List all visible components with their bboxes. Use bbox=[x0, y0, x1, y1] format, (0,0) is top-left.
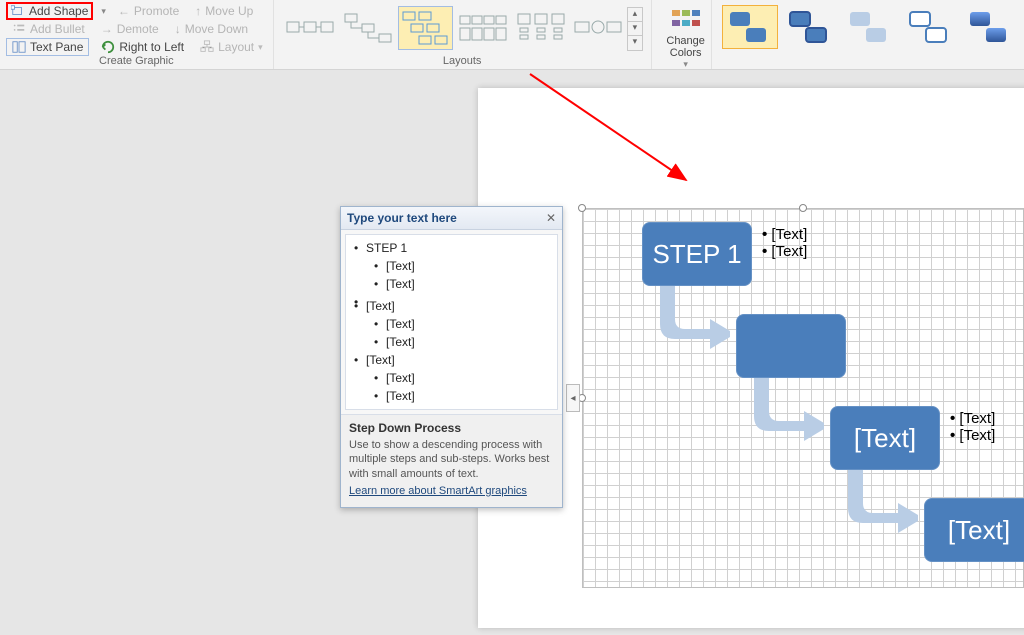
chevron-down-icon: ▾ bbox=[658, 59, 714, 70]
layout-button[interactable]: Layout ▾ bbox=[196, 39, 267, 55]
promote-label: Promote bbox=[134, 4, 179, 18]
layouts-scroll[interactable]: ▴ ▾ ▾ bbox=[627, 7, 642, 51]
add-bullet-button[interactable]: Add Bullet bbox=[8, 21, 89, 37]
demote-button[interactable]: → Demote bbox=[97, 21, 163, 37]
smartart-shape[interactable]: [Text] bbox=[830, 406, 940, 470]
add-shape-button[interactable]: Add Shape bbox=[6, 2, 93, 20]
right-to-left-button[interactable]: Right to Left bbox=[97, 39, 188, 55]
text-pane-item[interactable]: [Text] bbox=[348, 275, 555, 293]
group-label-create-graphic: Create Graphic bbox=[0, 55, 273, 67]
move-up-button[interactable]: ↑ Move Up bbox=[191, 3, 257, 19]
style-thumb-2[interactable] bbox=[782, 5, 838, 49]
text-pane-item[interactable]: [Text] bbox=[348, 387, 555, 405]
text-pane-item[interactable]: [Text] bbox=[348, 369, 555, 387]
group-smartart-styles bbox=[712, 0, 1024, 69]
flow-arrow-icon bbox=[650, 284, 730, 354]
text-pane-label: Text Pane bbox=[30, 40, 83, 54]
layout-thumb-4[interactable] bbox=[455, 6, 511, 50]
change-colors-button[interactable]: Change Colors ▾ bbox=[652, 0, 712, 69]
move-down-button[interactable]: ↓ Move Down bbox=[171, 21, 252, 37]
smartart-object[interactable]: ◂ STEP 1 [Text] [Text] [Text] [Text] [Te… bbox=[582, 208, 1024, 588]
text-pane-item[interactable]: [Text] bbox=[348, 333, 555, 351]
text-pane-body[interactable]: STEP 1[Text][Text][Text][Text][Text][Tex… bbox=[345, 234, 558, 410]
move-up-label: Move Up bbox=[205, 4, 253, 18]
arrow-up-icon: ↑ bbox=[195, 4, 201, 18]
shape-bullets[interactable]: [Text] [Text] bbox=[762, 226, 807, 260]
text-pane-header: Type your text here ✕ bbox=[341, 207, 562, 230]
text-pane-item[interactable]: [Text] bbox=[348, 257, 555, 275]
shape-label: STEP 1 bbox=[652, 239, 741, 270]
resize-handle[interactable] bbox=[578, 204, 586, 212]
close-icon[interactable]: ✕ bbox=[546, 211, 556, 225]
text-pane-button[interactable]: Text Pane bbox=[6, 38, 89, 56]
text-pane-item[interactable]: [Text] bbox=[348, 297, 555, 315]
arrow-down-icon: ↓ bbox=[175, 22, 181, 36]
text-pane-panel[interactable]: Type your text here ✕ STEP 1[Text][Text]… bbox=[340, 206, 563, 508]
scroll-up-icon[interactable]: ▴ bbox=[628, 8, 641, 22]
add-shape-label: Add Shape bbox=[29, 4, 88, 18]
style-thumb-4[interactable] bbox=[902, 5, 958, 49]
scroll-down-icon[interactable]: ▾ bbox=[628, 22, 641, 36]
group-label-layouts: Layouts bbox=[274, 55, 651, 67]
add-shape-dropdown-icon[interactable]: ▾ bbox=[101, 6, 106, 17]
smartart-shape[interactable]: STEP 1 bbox=[642, 222, 752, 286]
text-pane-item[interactable]: [Text] bbox=[348, 351, 555, 369]
group-layouts: ▴ ▾ ▾ Layouts bbox=[274, 0, 652, 69]
footer-title: Step Down Process bbox=[349, 421, 554, 435]
layout-thumb-3[interactable] bbox=[398, 6, 454, 50]
text-pane-toggle[interactable]: ◂ bbox=[566, 384, 580, 412]
flow-arrow-icon bbox=[744, 376, 824, 446]
smartart-shape[interactable]: [Text] bbox=[924, 498, 1024, 562]
promote-button[interactable]: ← Promote bbox=[114, 3, 183, 19]
layout-thumb-2[interactable] bbox=[340, 6, 396, 50]
resize-handle[interactable] bbox=[799, 204, 807, 212]
layout-thumb-5[interactable] bbox=[513, 6, 569, 50]
bullet-text: [Text] bbox=[762, 243, 807, 260]
shape-label: [Text] bbox=[948, 515, 1010, 546]
learn-more-link[interactable]: Learn more about SmartArt graphics bbox=[349, 485, 527, 497]
bullet-text: [Text] bbox=[762, 226, 807, 243]
shape-label: [Text] bbox=[854, 423, 916, 454]
layout-thumb-1[interactable] bbox=[283, 6, 339, 50]
ribbon: Add Shape ▾ ← Promote ↑ Move Up Add Bull… bbox=[0, 0, 1024, 70]
scroll-more-icon[interactable]: ▾ bbox=[628, 36, 641, 50]
bullet-text: [Text] bbox=[950, 410, 995, 427]
flow-arrow-icon bbox=[838, 468, 918, 538]
arrow-right-icon: → bbox=[101, 22, 113, 36]
group-create-graphic: Add Shape ▾ ← Promote ↑ Move Up Add Bull… bbox=[0, 0, 274, 69]
style-thumb-1[interactable] bbox=[722, 5, 778, 49]
text-pane-item[interactable]: [Text] bbox=[348, 315, 555, 333]
shape-bullets[interactable]: [Text] [Text] bbox=[950, 410, 995, 444]
right-to-left-label: Right to Left bbox=[119, 40, 184, 54]
style-thumb-3[interactable] bbox=[842, 5, 898, 49]
layout-label: Layout bbox=[218, 40, 254, 54]
style-thumb-5[interactable] bbox=[962, 5, 1018, 49]
workspace: ◂ STEP 1 [Text] [Text] [Text] [Text] [Te… bbox=[0, 70, 1024, 565]
chevron-down-icon: ▾ bbox=[258, 42, 263, 53]
layout-thumb-6[interactable] bbox=[571, 6, 627, 50]
text-pane-title: Type your text here bbox=[347, 211, 457, 225]
add-bullet-label: Add Bullet bbox=[30, 22, 85, 36]
arrow-left-icon: ← bbox=[118, 4, 130, 18]
change-colors-label: Change Colors bbox=[658, 35, 714, 59]
move-down-label: Move Down bbox=[185, 22, 248, 36]
text-pane-footer: Step Down Process Use to show a descendi… bbox=[341, 414, 562, 507]
bullet-text: [Text] bbox=[950, 427, 995, 444]
demote-label: Demote bbox=[117, 22, 159, 36]
smartart-shape[interactable] bbox=[736, 314, 846, 378]
text-pane-item[interactable]: STEP 1 bbox=[348, 239, 555, 257]
footer-desc: Use to show a descending process with mu… bbox=[349, 438, 554, 481]
